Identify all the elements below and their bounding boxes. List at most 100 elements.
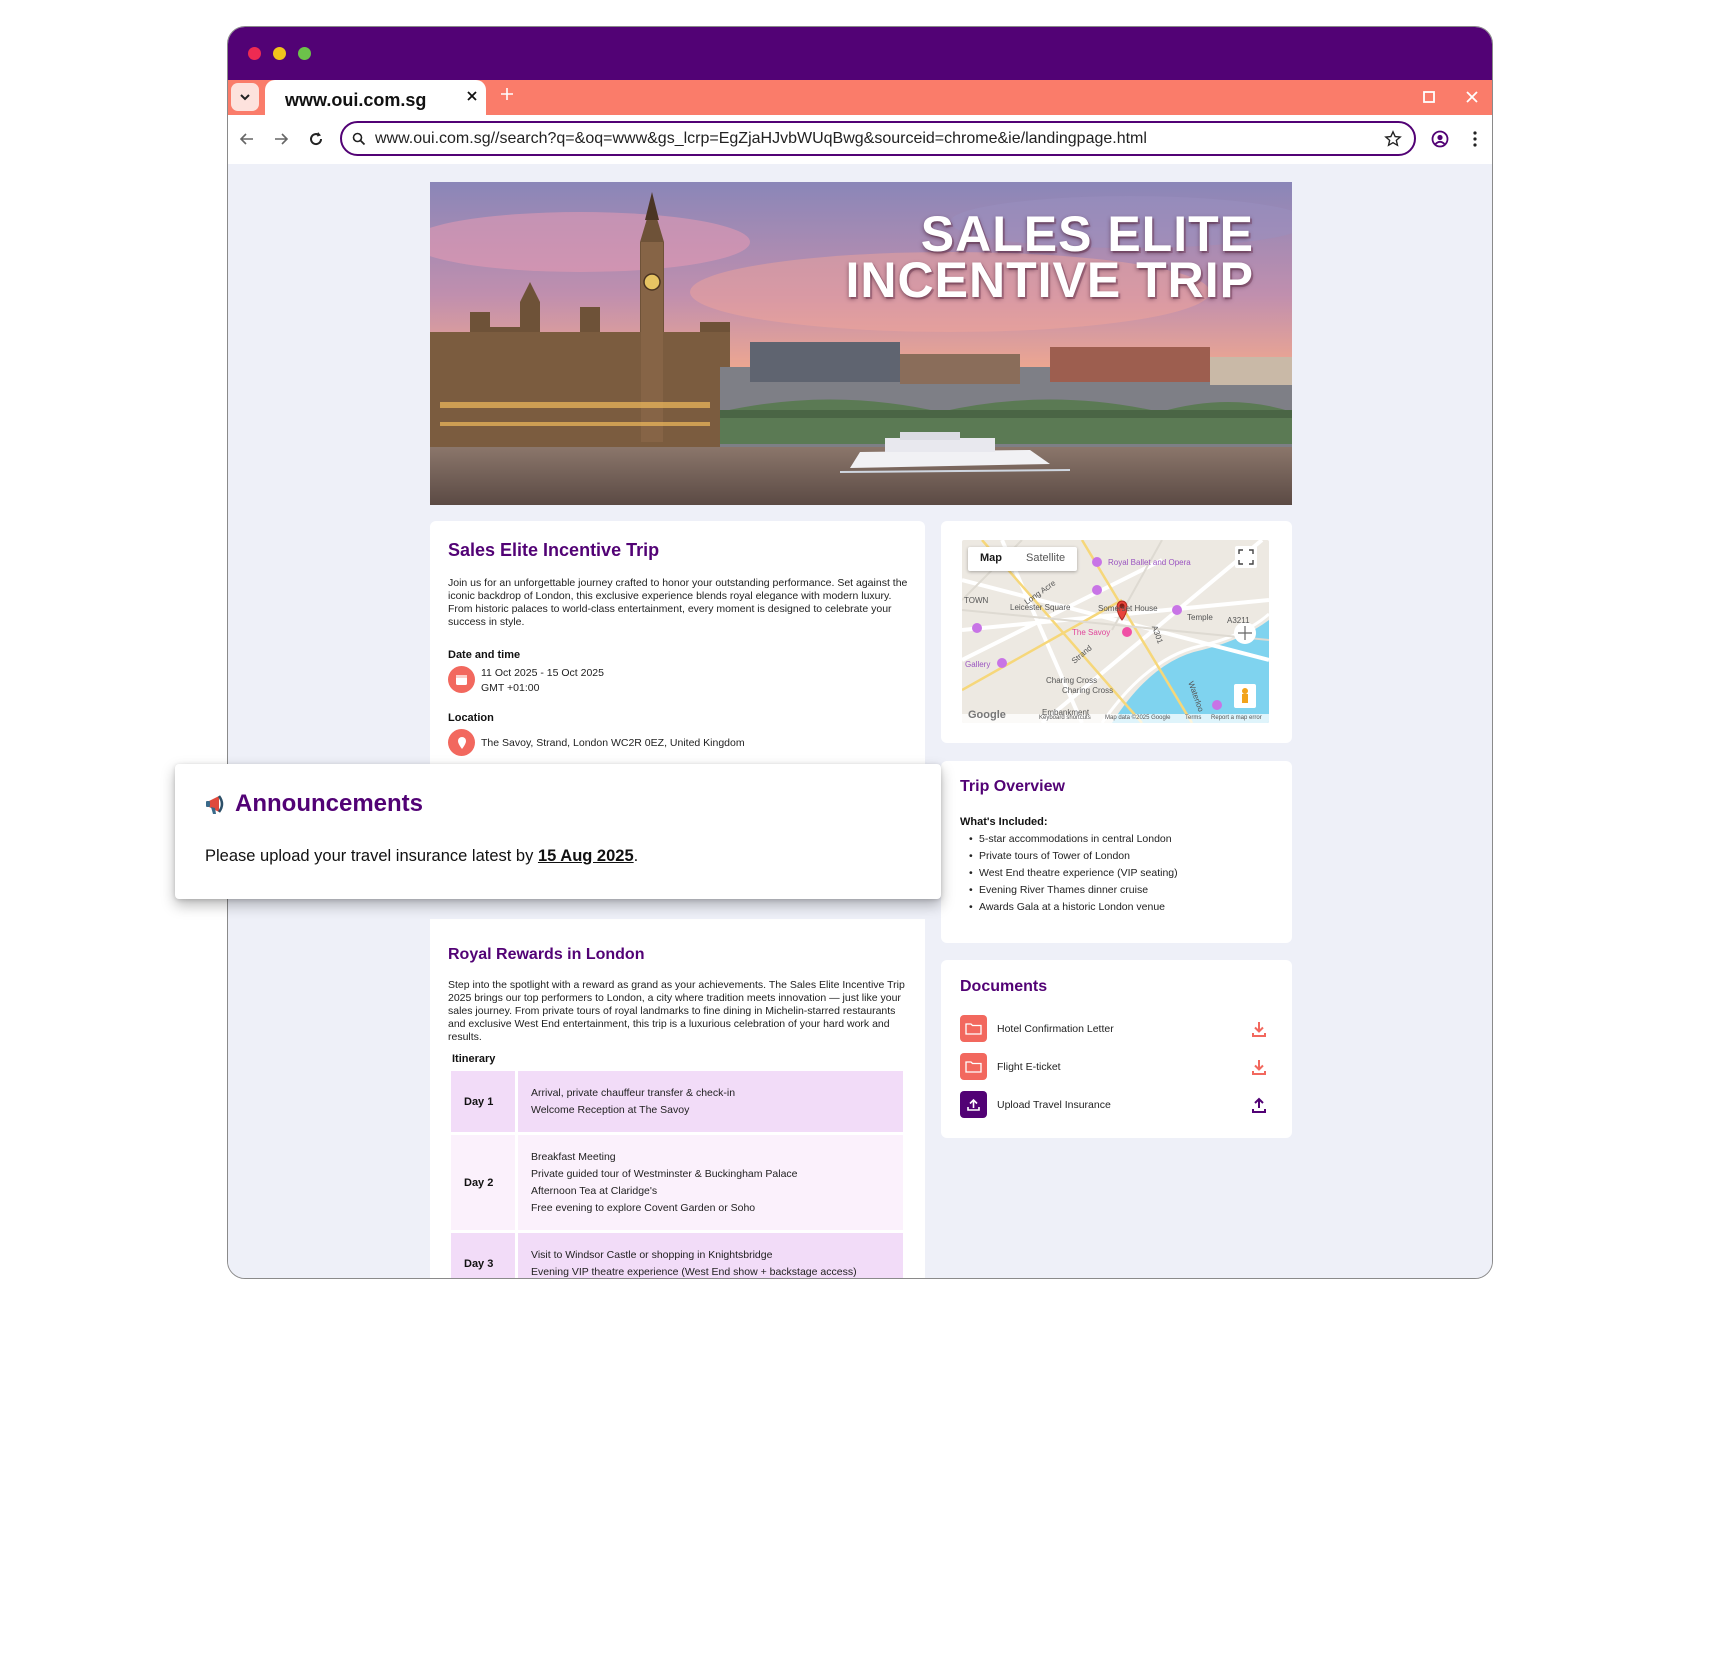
announcement-title: Announcements <box>235 790 424 817</box>
timezone: GMT +01:00 <box>481 682 540 694</box>
browser-window: www.oui.com.sg www.oui.com.sg//search?q=… <box>227 26 1493 1279</box>
included-list: 5-star accommodations in central London … <box>969 831 1178 916</box>
restore-window-icon[interactable] <box>1421 89 1437 105</box>
activity: Welcome Reception at The Savoy <box>531 1103 690 1116</box>
trip-overview-title: Trip Overview <box>960 778 1065 795</box>
download-icon[interactable] <box>1250 1020 1268 1038</box>
hero-title: SALES ELITE INCENTIVE TRIP <box>845 209 1254 308</box>
activity: Arrival, private chauffeur transfer & ch… <box>531 1086 736 1099</box>
maximize-window-button[interactable] <box>298 47 311 60</box>
itinerary-day: Day 1 <box>451 1071 515 1132</box>
map-label-royal-ballet: Royal Ballet and Opera <box>1108 558 1191 567</box>
documents-title: Documents <box>960 978 1048 995</box>
activity: Afternoon Tea at Claridge's <box>531 1184 658 1197</box>
tab-list-button[interactable] <box>231 83 259 111</box>
new-tab-icon[interactable] <box>499 86 515 102</box>
close-window-button[interactable] <box>248 47 261 60</box>
tab-title: www.oui.com.sg <box>285 90 427 110</box>
map-label-charing-cross: Charing Cross <box>1046 676 1098 685</box>
documents-card: Documents Hotel Confirmation Letter Flig… <box>941 960 1292 1138</box>
list-item: Private tours of Tower of London <box>969 848 1178 865</box>
map-terms-link[interactable]: Terms <box>1185 715 1201 721</box>
map-label-town: TOWN <box>964 596 989 605</box>
folder-icon <box>960 1053 987 1080</box>
document-name: Upload Travel Insurance <box>997 1099 1111 1111</box>
map-report-link[interactable]: Report a map error <box>1211 715 1262 721</box>
page-content: SALES ELITE INCENTIVE TRIP Sales Elite I… <box>228 164 1492 1278</box>
announcement-text: Please upload your travel insurance late… <box>205 847 638 866</box>
map-label-temple: Temple <box>1187 613 1213 622</box>
itinerary-day: Day 2 <box>451 1135 515 1230</box>
back-arrow-icon[interactable] <box>237 129 257 149</box>
document-row-hotel[interactable]: Hotel Confirmation Letter <box>960 1015 1268 1043</box>
map-type-control: Map Satellite <box>968 547 1078 571</box>
event-title: Sales Elite Incentive Trip <box>448 540 660 560</box>
browser-tab[interactable]: www.oui.com.sg <box>265 80 486 116</box>
map-card: Map Satellite Royal Ballet and Opera Lon… <box>941 521 1292 743</box>
profile-icon[interactable] <box>1430 129 1450 149</box>
hero-title-line2: INCENTIVE TRIP <box>845 252 1254 308</box>
rewards-description: Step into the spotlight with a reward as… <box>448 979 905 1043</box>
more-menu-icon[interactable] <box>1465 129 1485 149</box>
itinerary-day: Day 3 <box>451 1233 515 1278</box>
search-icon <box>352 132 366 146</box>
map-tab-satellite[interactable]: Satellite <box>1014 547 1077 571</box>
document-row-flight[interactable]: Flight E-ticket <box>960 1053 1268 1081</box>
omnibox[interactable]: www.oui.com.sg//search?q=&oq=www&gs_lcrp… <box>340 121 1416 156</box>
close-window-icon[interactable] <box>1464 89 1480 105</box>
document-name: Flight E-ticket <box>997 1061 1061 1073</box>
close-tab-icon[interactable] <box>463 87 481 105</box>
activity: Breakfast Meeting <box>531 1150 616 1163</box>
itinerary-activities: Breakfast Meeting Private guided tour of… <box>518 1135 903 1230</box>
list-item: 5-star accommodations in central London <box>969 831 1178 848</box>
map-label-somerset: Somerset House <box>1098 604 1158 613</box>
map-label-savoy: The Savoy <box>1072 628 1111 637</box>
list-item: Awards Gala at a historic London venue <box>969 899 1178 916</box>
date-range: 11 Oct 2025 - 15 Oct 2025 <box>481 667 604 679</box>
address-bar: www.oui.com.sg//search?q=&oq=www&gs_lcrp… <box>228 115 1492 164</box>
map-label-gallery: Gallery <box>965 660 991 669</box>
map-tab-map[interactable]: Map <box>968 547 1014 571</box>
announcement-deadline: 15 Aug 2025 <box>537 847 634 865</box>
map-view[interactable]: Map Satellite Royal Ballet and Opera Lon… <box>962 540 1269 723</box>
chevron-down-icon <box>240 94 250 101</box>
folder-icon <box>960 1015 987 1042</box>
map-label-a3211: A3211 <box>1227 616 1250 625</box>
announcement-period: . <box>633 847 639 865</box>
event-card: Sales Elite Incentive Trip Join us for a… <box>430 521 925 771</box>
itinerary-activities: Arrival, private chauffeur transfer & ch… <box>518 1071 903 1132</box>
whats-included-label: What's Included: <box>960 816 1048 828</box>
map-data-credit: Map data ©2025 Google <box>1105 715 1171 721</box>
activity: Evening VIP theatre experience (West End… <box>531 1265 857 1278</box>
announcement-message: Please upload your travel insurance late… <box>205 847 534 865</box>
itinerary-activities: Visit to Windsor Castle or shopping in K… <box>518 1233 903 1278</box>
bookmark-star-icon[interactable] <box>1384 130 1402 148</box>
reload-icon[interactable] <box>306 129 326 149</box>
hero-banner: SALES ELITE INCENTIVE TRIP <box>430 182 1292 505</box>
calendar-icon <box>448 666 475 693</box>
announcement-card: Announcements Please upload your travel … <box>175 764 941 899</box>
map-label-charing-cross-2: Charing Cross <box>1062 686 1114 695</box>
itinerary-label: Itinerary <box>452 1053 496 1065</box>
itinerary-table: Day 1 Arrival, private chauffeur transfe… <box>451 1071 903 1278</box>
location-label: Location <box>448 712 494 724</box>
activity: Visit to Windsor Castle or shopping in K… <box>531 1248 773 1261</box>
list-item: Evening River Thames dinner cruise <box>969 882 1178 899</box>
activity: Free evening to explore Covent Garden or… <box>531 1201 756 1214</box>
upload-icon[interactable] <box>1250 1096 1268 1114</box>
document-row-upload-insurance[interactable]: Upload Travel Insurance <box>960 1091 1268 1119</box>
minimize-window-button[interactable] <box>273 47 286 60</box>
date-label: Date and time <box>448 649 521 661</box>
download-icon[interactable] <box>1250 1058 1268 1076</box>
forward-arrow-icon[interactable] <box>271 129 291 149</box>
map-label-leicester: Leicester Square <box>1010 603 1071 612</box>
title-bar <box>228 27 1492 80</box>
event-description: Join us for an unforgettable journey cra… <box>448 577 908 628</box>
url-text[interactable]: www.oui.com.sg//search?q=&oq=www&gs_lcrp… <box>375 130 1147 148</box>
announcement-heading: Announcements <box>205 790 423 818</box>
upload-icon <box>960 1091 987 1118</box>
rewards-card: Royal Rewards in London Step into the sp… <box>430 919 925 1278</box>
map-keyboard-shortcuts[interactable]: Keyboard shortcuts <box>1039 715 1091 721</box>
list-item: West End theatre experience (VIP seating… <box>969 865 1178 882</box>
trip-overview-card: Trip Overview What's Included: 5-star ac… <box>941 761 1292 943</box>
